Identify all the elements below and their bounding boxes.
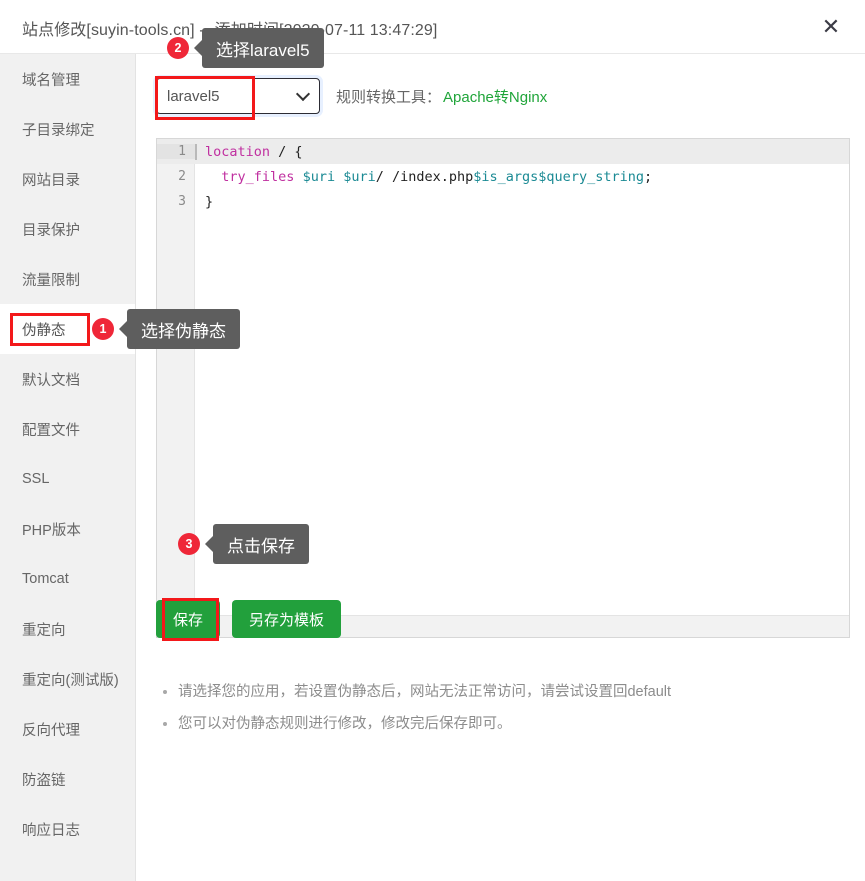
annotation-badge-2: 2: [167, 37, 189, 59]
editor-line[interactable]: 2 try_files $uri $uri/ /index.php$is_arg…: [157, 164, 849, 189]
sidebar-item-tomcat[interactable]: Tomcat: [0, 554, 135, 604]
sidebar-item-label: 流量限制: [22, 269, 80, 290]
editor-line[interactable]: 1location / {: [157, 139, 849, 164]
sidebar-item-label: PHP版本: [22, 519, 81, 540]
sidebar-item-label: 响应日志: [22, 819, 80, 840]
annotation-badge-3: 3: [178, 533, 200, 555]
sidebar-item-traffic-limit[interactable]: 流量限制: [0, 254, 135, 304]
sidebar-item-default-document[interactable]: 默认文档: [0, 354, 135, 404]
sidebar-item-site-directory[interactable]: 网站目录: [0, 154, 135, 204]
sidebar-item-ssl[interactable]: SSL: [0, 454, 135, 504]
rewrite-toolbar: laravel5 规则转换工具： Apache转Nginx: [156, 78, 547, 114]
sidebar-item-subdirectory-binding[interactable]: 子目录绑定: [0, 104, 135, 154]
app-select-wrapper: laravel5: [156, 78, 320, 114]
save-as-template-button[interactable]: 另存为模板: [232, 600, 341, 638]
sidebar-item-label: 重定向: [22, 619, 66, 640]
app-select[interactable]: laravel5: [156, 78, 320, 114]
editor-line-text: location / {: [195, 144, 303, 160]
sidebar-item-reverse-proxy[interactable]: 反向代理: [0, 704, 135, 754]
sidebar-item-label: 配置文件: [22, 419, 80, 440]
annotation-tooltip-1: 选择伪静态: [127, 309, 240, 349]
sidebar-item-label: 防盗链: [22, 769, 66, 790]
editor-line-text: try_files $uri $uri/ /index.php$is_args$…: [195, 169, 652, 185]
sidebar-item-redirect[interactable]: 重定向: [0, 604, 135, 654]
sidebar-item-domain-management[interactable]: 域名管理: [0, 54, 135, 104]
sidebar-item-response-log[interactable]: 响应日志: [0, 804, 135, 854]
sidebar-item-label: SSL: [22, 471, 49, 487]
sidebar-item-label: 目录保护: [22, 219, 80, 240]
main-panel: laravel5 规则转换工具： Apache转Nginx 1location …: [137, 54, 865, 881]
tip-item: 您可以对伪静态规则进行修改，修改完后保存即可。: [178, 708, 816, 740]
sidebar-item-label: Tomcat: [22, 571, 69, 587]
apache-to-nginx-link[interactable]: Apache转Nginx: [443, 86, 547, 107]
sidebar-item-label: 默认文档: [22, 369, 80, 390]
sidebar-item-php-version[interactable]: PHP版本: [0, 504, 135, 554]
annotation-tooltip-3: 点击保存: [213, 524, 309, 564]
close-icon[interactable]: ✕: [813, 10, 849, 44]
sidebar-item-label: 反向代理: [22, 719, 80, 740]
annotation-tooltip-2: 选择laravel5: [202, 28, 324, 68]
sidebar-item-rewrite[interactable]: 伪静态: [0, 304, 135, 354]
editor-line-number: 3: [157, 194, 195, 209]
editor-line-number: 1: [157, 144, 195, 159]
tip-item: 请选择您的应用，若设置伪静态后，网站无法正常访问，请尝试设置回default: [178, 676, 816, 708]
sidebar-item-label: 重定向(测试版): [22, 669, 119, 690]
tips-list: 请选择您的应用，若设置伪静态后，网站无法正常访问，请尝试设置回default 您…: [156, 676, 816, 740]
editor-line-number: 2: [157, 169, 195, 184]
sidebar-item-config-file[interactable]: 配置文件: [0, 404, 135, 454]
sidebar-item-label: 域名管理: [22, 69, 80, 90]
sidebar-item-label: 子目录绑定: [22, 119, 95, 140]
save-button[interactable]: 保存: [156, 600, 220, 638]
dialog-titlebar: 站点修改[suyin-tools.cn] -- 添加时间[2020-07-11 …: [0, 0, 865, 54]
sidebar-item-label: 网站目录: [22, 169, 80, 190]
action-buttons: 保存 另存为模板: [156, 600, 341, 638]
converter-label: 规则转换工具：: [336, 86, 441, 107]
sidebar-item-label: 伪静态: [22, 319, 66, 340]
sidebar: 域名管理 子目录绑定 网站目录 目录保护 流量限制 伪静态 默认文档 配置文件 …: [0, 54, 136, 881]
sidebar-item-redirect-beta[interactable]: 重定向(测试版): [0, 654, 135, 704]
editor-line-text: }: [195, 194, 213, 210]
editor-line[interactable]: 3}: [157, 189, 849, 214]
editor-code-area[interactable]: 1location / {2 try_files $uri $uri/ /ind…: [157, 139, 849, 214]
site-edit-dialog: 站点修改[suyin-tools.cn] -- 添加时间[2020-07-11 …: [0, 0, 865, 881]
sidebar-item-anti-leech[interactable]: 防盗链: [0, 754, 135, 804]
annotation-badge-1: 1: [92, 318, 114, 340]
sidebar-item-directory-protection[interactable]: 目录保护: [0, 204, 135, 254]
